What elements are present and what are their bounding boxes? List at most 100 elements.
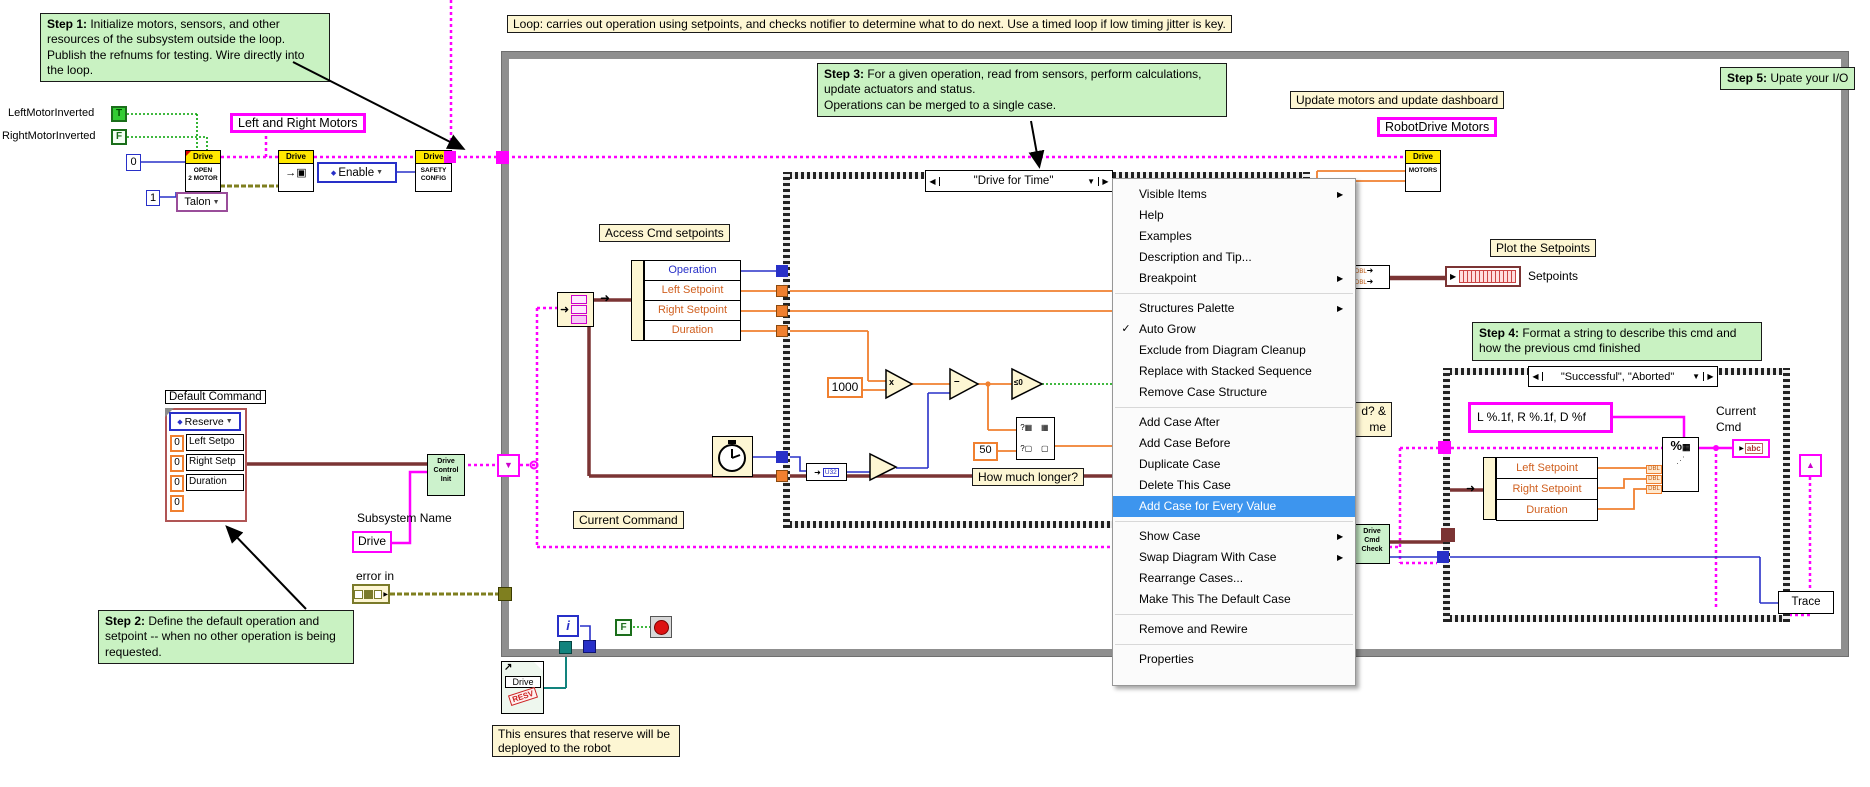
- menu-item-delete-this-case[interactable]: Delete This Case: [1113, 475, 1355, 496]
- reserve-enum[interactable]: ◆ Reserve ▼: [169, 412, 241, 431]
- less-equal-zero-node[interactable]: ≤0: [1014, 378, 1023, 387]
- menu-item-properties[interactable]: Properties: [1113, 649, 1355, 670]
- menu-item-examples[interactable]: Examples: [1113, 226, 1355, 247]
- menu-item-add-case-after[interactable]: Add Case After: [1113, 412, 1355, 433]
- step3-line2: Operations can be merged to a single cas…: [824, 98, 1056, 112]
- talon-enum-constant[interactable]: Talon ▼: [176, 192, 228, 212]
- notifier-feedback-node[interactable]: ▲: [1799, 454, 1822, 477]
- bundle-setpoints-node[interactable]: DBL➜ DBL➜: [1354, 265, 1390, 289]
- case-selector-main[interactable]: ◀ "Drive for Time" ▼ ▶: [925, 170, 1113, 192]
- tick-count-clock-node[interactable]: [712, 436, 753, 477]
- inner-case-border-left[interactable]: [1443, 368, 1450, 622]
- menu-item-auto-grow[interactable]: ✓Auto Grow: [1113, 319, 1355, 340]
- case-dropdown-icon[interactable]: ▼: [1087, 177, 1098, 186]
- subtract-node[interactable]: –: [954, 376, 960, 387]
- menu-item-replace-with-stacked-sequence[interactable]: Replace with Stacked Sequence: [1113, 361, 1355, 382]
- default-cmd-value[interactable]: 0: [170, 455, 184, 472]
- drive-resv-subvi[interactable]: ↗ Drive RESV: [501, 661, 544, 714]
- menu-item-add-case-for-every-value[interactable]: Add Case for Every Value: [1113, 496, 1355, 517]
- menu-item-make-this-the-default-case[interactable]: Make This The Default Case: [1113, 589, 1355, 610]
- to-u32-conversion-node[interactable]: ➜ U32: [806, 463, 847, 481]
- format-field-duration[interactable]: Duration: [1496, 499, 1598, 521]
- label-setpoints: Setpoints: [1528, 269, 1578, 283]
- enable-enum-constant[interactable]: ◆ Enable ▼: [317, 162, 397, 183]
- menu-item-swap-diagram-with-case[interactable]: Swap Diagram With Case▶: [1113, 547, 1355, 568]
- unbundle-field-left-setpoint[interactable]: Left Setpoint: [644, 280, 741, 301]
- multiply-node[interactable]: x: [889, 377, 894, 387]
- subsystem-name-constant[interactable]: Drive: [352, 531, 392, 553]
- question-icon: ?▢: [1017, 439, 1036, 460]
- vi-body-line2: 2 MOTOR: [188, 175, 218, 182]
- menu-item-structures-palette[interactable]: Structures Palette▶: [1113, 298, 1355, 319]
- boolean-false-constant-2[interactable]: F: [615, 619, 632, 636]
- format-into-string-node[interactable]: %▦ ⋰: [1662, 437, 1699, 492]
- resv-stamp: RESV: [508, 687, 538, 706]
- case-next-icon[interactable]: ▶: [1098, 177, 1112, 186]
- menu-item-visible-items[interactable]: Visible Items▶: [1113, 184, 1355, 205]
- drive-control-init-vi[interactable]: Drive Control Init: [427, 454, 465, 496]
- case-selector-inner[interactable]: ◀ "Successful", "Aborted" ▼ ▶: [1528, 366, 1718, 387]
- drive-cmd-check-vi[interactable]: Drive Cmd Check: [1354, 524, 1390, 564]
- tunnel-blue-loop: [583, 640, 596, 653]
- menu-item-remove-case-structure[interactable]: Remove Case Structure: [1113, 382, 1355, 403]
- dropdown-icon: ▼: [226, 418, 233, 425]
- menu-item-help[interactable]: Help: [1113, 205, 1355, 226]
- numeric-constant-1[interactable]: 1: [146, 190, 160, 206]
- case-selector-label[interactable]: "Successful", "Aborted": [1543, 371, 1692, 383]
- enum-value: Reserve: [185, 416, 224, 428]
- stop-icon: [654, 620, 669, 635]
- inner-case-border-right[interactable]: [1783, 368, 1790, 622]
- format-string-constant[interactable]: L %.1f, R %.1f, D %f: [1468, 402, 1613, 433]
- menu-item-breakpoint[interactable]: Breakpoint▶: [1113, 268, 1355, 289]
- u32-label: U32: [823, 468, 839, 477]
- boolean-true-constant[interactable]: T: [111, 106, 127, 122]
- iteration-terminal[interactable]: i: [557, 615, 579, 637]
- case-prev-icon[interactable]: ◀: [1529, 372, 1543, 381]
- label-current-cmd: Current Cmd: [1716, 403, 1756, 435]
- stop-button[interactable]: [650, 616, 672, 638]
- tunnel-error-loop: [498, 587, 512, 601]
- label-access-cmd-setpoints: Access Cmd setpoints: [599, 224, 730, 242]
- current-cmd-indicator[interactable]: ▶ abc: [1732, 439, 1770, 458]
- numeric-constant-50[interactable]: 50: [973, 442, 998, 461]
- default-cmd-value[interactable]: 0: [170, 475, 184, 492]
- boolean-false-constant[interactable]: F: [111, 129, 127, 145]
- numeric-constant-0[interactable]: 0: [126, 154, 141, 171]
- vi-header: Drive: [186, 151, 220, 164]
- open-2-motor-vi[interactable]: Drive OPEN2 MOTOR: [185, 150, 221, 192]
- labview-block-diagram: ◀ "Drive for Time" ▼ ▶ ◀ "Successful", "…: [0, 0, 1870, 787]
- case-selector-label[interactable]: "Drive for Time": [940, 175, 1087, 187]
- format-field-right-setpoint[interactable]: Right Setpoint: [1496, 478, 1598, 500]
- format-field-left-setpoint[interactable]: Left Setpoint: [1496, 457, 1598, 479]
- unbundle-strip[interactable]: [1483, 457, 1496, 520]
- annotation-step1: Step 1: Initialize motors, sensors, and …: [40, 13, 330, 82]
- drive-motors-vi[interactable]: Drive MOTORS: [1405, 150, 1441, 192]
- default-cmd-value[interactable]: 0: [170, 495, 184, 512]
- case-prev-icon[interactable]: ◀: [926, 177, 940, 186]
- menu-item-exclude-from-diagram-cleanup[interactable]: Exclude from Diagram Cleanup: [1113, 340, 1355, 361]
- menu-item-description-and-tip[interactable]: Description and Tip...: [1113, 247, 1355, 268]
- numeric-constant-1000[interactable]: 1000: [827, 377, 863, 398]
- menu-item-add-case-before[interactable]: Add Case Before: [1113, 433, 1355, 454]
- menu-item-remove-and-rewire[interactable]: Remove and Rewire: [1113, 619, 1355, 640]
- trace-indicator[interactable]: Trace: [1778, 591, 1834, 614]
- unbundle-field-right-setpoint[interactable]: Right Setpoint: [644, 300, 741, 321]
- inner-case-border-bottom[interactable]: [1443, 615, 1790, 622]
- default-cmd-value[interactable]: 0: [170, 435, 184, 452]
- read-setpoints-node[interactable]: ➜: [557, 292, 594, 327]
- dots-icon: ⋰: [1663, 455, 1698, 466]
- menu-item-show-case[interactable]: Show Case▶: [1113, 526, 1355, 547]
- wait-notification-node[interactable]: ▼: [497, 454, 520, 477]
- error-in-constant[interactable]: ▶: [352, 584, 390, 604]
- in-range-coerce-node[interactable]: ?▦ ▦ ?▢ ▢: [1016, 417, 1055, 460]
- publish-refnum-vi[interactable]: Drive →▣: [278, 150, 314, 192]
- step3-body: For a given operation, read from sensors…: [824, 67, 1202, 96]
- menu-item-duplicate-case[interactable]: Duplicate Case: [1113, 454, 1355, 475]
- case-dropdown-icon[interactable]: ▼: [1692, 372, 1703, 381]
- setpoints-chart-terminal[interactable]: ▶: [1445, 266, 1521, 287]
- case-next-icon[interactable]: ▶: [1703, 372, 1717, 381]
- menu-item-rearrange-cases[interactable]: Rearrange Cases...: [1113, 568, 1355, 589]
- unbundle-field-duration[interactable]: Duration: [644, 320, 741, 341]
- unbundle-field-operation[interactable]: Operation: [644, 260, 741, 281]
- unbundle-strip[interactable]: [631, 260, 644, 341]
